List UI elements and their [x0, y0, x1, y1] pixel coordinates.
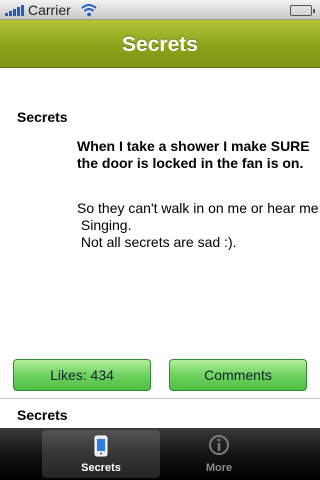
navigation-bar: Secrets: [0, 20, 320, 68]
secrets-list[interactable]: Secrets When I take a shower I make SURE…: [0, 68, 320, 428]
post-heading: Secrets: [17, 109, 68, 125]
phone-icon: [94, 435, 108, 457]
next-post-heading: Secrets: [17, 407, 68, 423]
likes-button[interactable]: Likes: 434: [13, 359, 151, 391]
tab-label: Secrets: [81, 462, 121, 474]
tab-secrets[interactable]: Secrets: [42, 430, 160, 478]
comments-button[interactable]: Comments: [169, 359, 307, 391]
page-title: Secrets: [122, 33, 198, 56]
carrier-name: Carrier: [28, 2, 71, 18]
secret-lead-text: When I take a shower I make SURE the doo…: [77, 138, 310, 171]
row-divider: [0, 398, 320, 399]
wifi-icon: [81, 4, 97, 17]
status-bar: Carrier: [0, 0, 320, 20]
tab-bar: Secrets More: [0, 428, 320, 480]
secret-text: When I take a shower I make SURE the doo…: [77, 138, 320, 251]
battery-icon: [290, 5, 315, 16]
tab-more[interactable]: More: [160, 430, 278, 478]
tab-label: More: [205, 462, 233, 474]
info-icon: [209, 435, 229, 455]
secret-body-text: So they can't walk in on me or hear me..…: [77, 200, 320, 250]
signal-bars-icon: [5, 5, 25, 16]
